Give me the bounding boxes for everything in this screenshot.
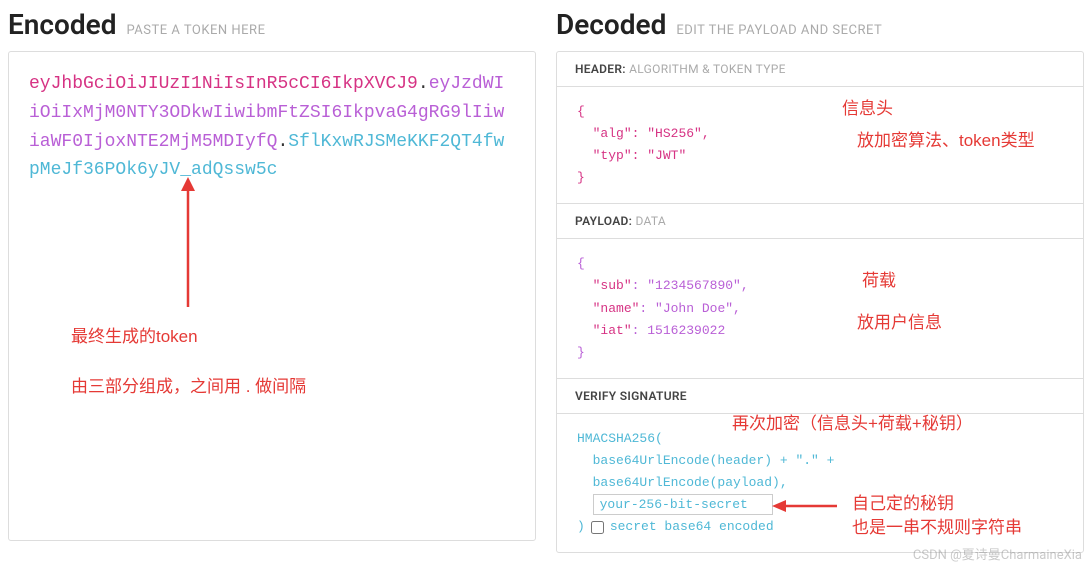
decoded-panel: HEADER: ALGORITHM & TOKEN TYPE { "alg": … — [556, 51, 1084, 553]
arrow-left-icon — [772, 497, 842, 515]
iat-key: "iat" — [593, 323, 632, 338]
encoded-column: Encoded PASTE A TOKEN HERE eyJhbGciOiJIU… — [8, 8, 536, 553]
arrow-up-icon — [173, 177, 203, 317]
name-key: "name" — [593, 301, 640, 316]
alg-val: "HS256" — [647, 126, 702, 141]
payload-section: PAYLOAD: DATA { "sub": "1234567890", "na… — [557, 203, 1083, 377]
sig-annotation-1: 再次加密（信息头+荷载+秘钥） — [732, 410, 973, 439]
header-label: HEADER: — [575, 62, 626, 76]
typ-key: "typ" — [593, 148, 632, 163]
header-section: HEADER: ALGORITHM & TOKEN TYPE { "alg": … — [557, 52, 1083, 203]
signature-section: VERIFY SIGNATURE 再次加密（信息头+荷载+秘钥） HMACSHA… — [557, 378, 1083, 552]
header-annotation-2: 放加密算法、token类型 — [857, 127, 1035, 156]
decoded-column: Decoded EDIT THE PAYLOAD AND SECRET HEAD… — [556, 8, 1084, 553]
sig-line2: base64UrlEncode(header) + "." + — [593, 453, 835, 468]
encoded-subtitle: PASTE A TOKEN HERE — [126, 23, 265, 38]
sub-key: "sub" — [593, 278, 632, 293]
payload-annotation-1: 荷载 — [862, 267, 896, 296]
header-annotation-1: 信息头 — [842, 95, 893, 124]
decoded-title: Decoded — [556, 8, 666, 41]
payload-annotation-2: 放用户信息 — [857, 309, 942, 338]
decoded-subtitle: EDIT THE PAYLOAD AND SECRET — [676, 23, 882, 38]
checkbox-label: secret base64 encoded — [610, 516, 774, 538]
payload-sublabel: DATA — [635, 214, 666, 228]
payload-section-body[interactable]: { "sub": "1234567890", "name": "John Doe… — [557, 239, 1083, 377]
payload-section-label: PAYLOAD: DATA — [557, 204, 1083, 239]
signature-label: VERIFY SIGNATURE — [575, 389, 687, 403]
header-sublabel: ALGORITHM & TOKEN TYPE — [629, 62, 786, 76]
header-section-label: HEADER: ALGORITHM & TOKEN TYPE — [557, 52, 1083, 87]
payload-label: PAYLOAD: — [575, 214, 632, 228]
encoded-title-row: Encoded PASTE A TOKEN HERE — [8, 8, 536, 41]
name-val: "John Doe" — [655, 301, 733, 316]
iat-val: 1516239022 — [647, 323, 725, 338]
sig-line5-prefix: ) — [577, 516, 585, 538]
decoded-title-row: Decoded EDIT THE PAYLOAD AND SECRET — [556, 8, 1084, 41]
sig-line3: base64UrlEncode(payload), — [593, 475, 788, 490]
typ-val: "JWT" — [647, 148, 686, 163]
signature-section-label: VERIFY SIGNATURE — [557, 379, 1083, 414]
header-section-body[interactable]: { "alg": "HS256", "typ": "JWT" } 信息头 放加密… — [557, 87, 1083, 203]
secret-base64-checkbox[interactable] — [591, 521, 604, 534]
signature-section-body[interactable]: 再次加密（信息头+荷载+秘钥） HMACSHA256( base64UrlEnc… — [557, 414, 1083, 552]
sig-annotation-2: 自己定的秘钥 — [852, 490, 954, 519]
encoded-annotation-2: 由三部分组成，之间用 . 做间隔 — [71, 372, 306, 397]
alg-key: "alg" — [593, 126, 632, 141]
sub-val: "1234567890" — [647, 278, 741, 293]
encoded-annotation-1: 最终生成的token — [71, 322, 198, 347]
encoded-panel[interactable]: eyJhbGciOiJIUzI1NiIsInR5cCI6IkpXVCJ9.eyJ… — [8, 51, 536, 541]
token-text[interactable]: eyJhbGciOiJIUzI1NiIsInR5cCI6IkpXVCJ9.eyJ… — [29, 70, 515, 185]
encoded-title: Encoded — [8, 8, 116, 41]
token-dot2: . — [277, 132, 288, 152]
token-header-part: eyJhbGciOiJIUzI1NiIsInR5cCI6IkpXVCJ9 — [29, 74, 418, 94]
watermark: CSDN @夏诗曼CharmaineXia — [913, 544, 1082, 563]
token-dot1: . — [418, 74, 429, 94]
sig-line1: HMACSHA256( — [577, 431, 663, 446]
secret-input[interactable] — [593, 494, 773, 515]
